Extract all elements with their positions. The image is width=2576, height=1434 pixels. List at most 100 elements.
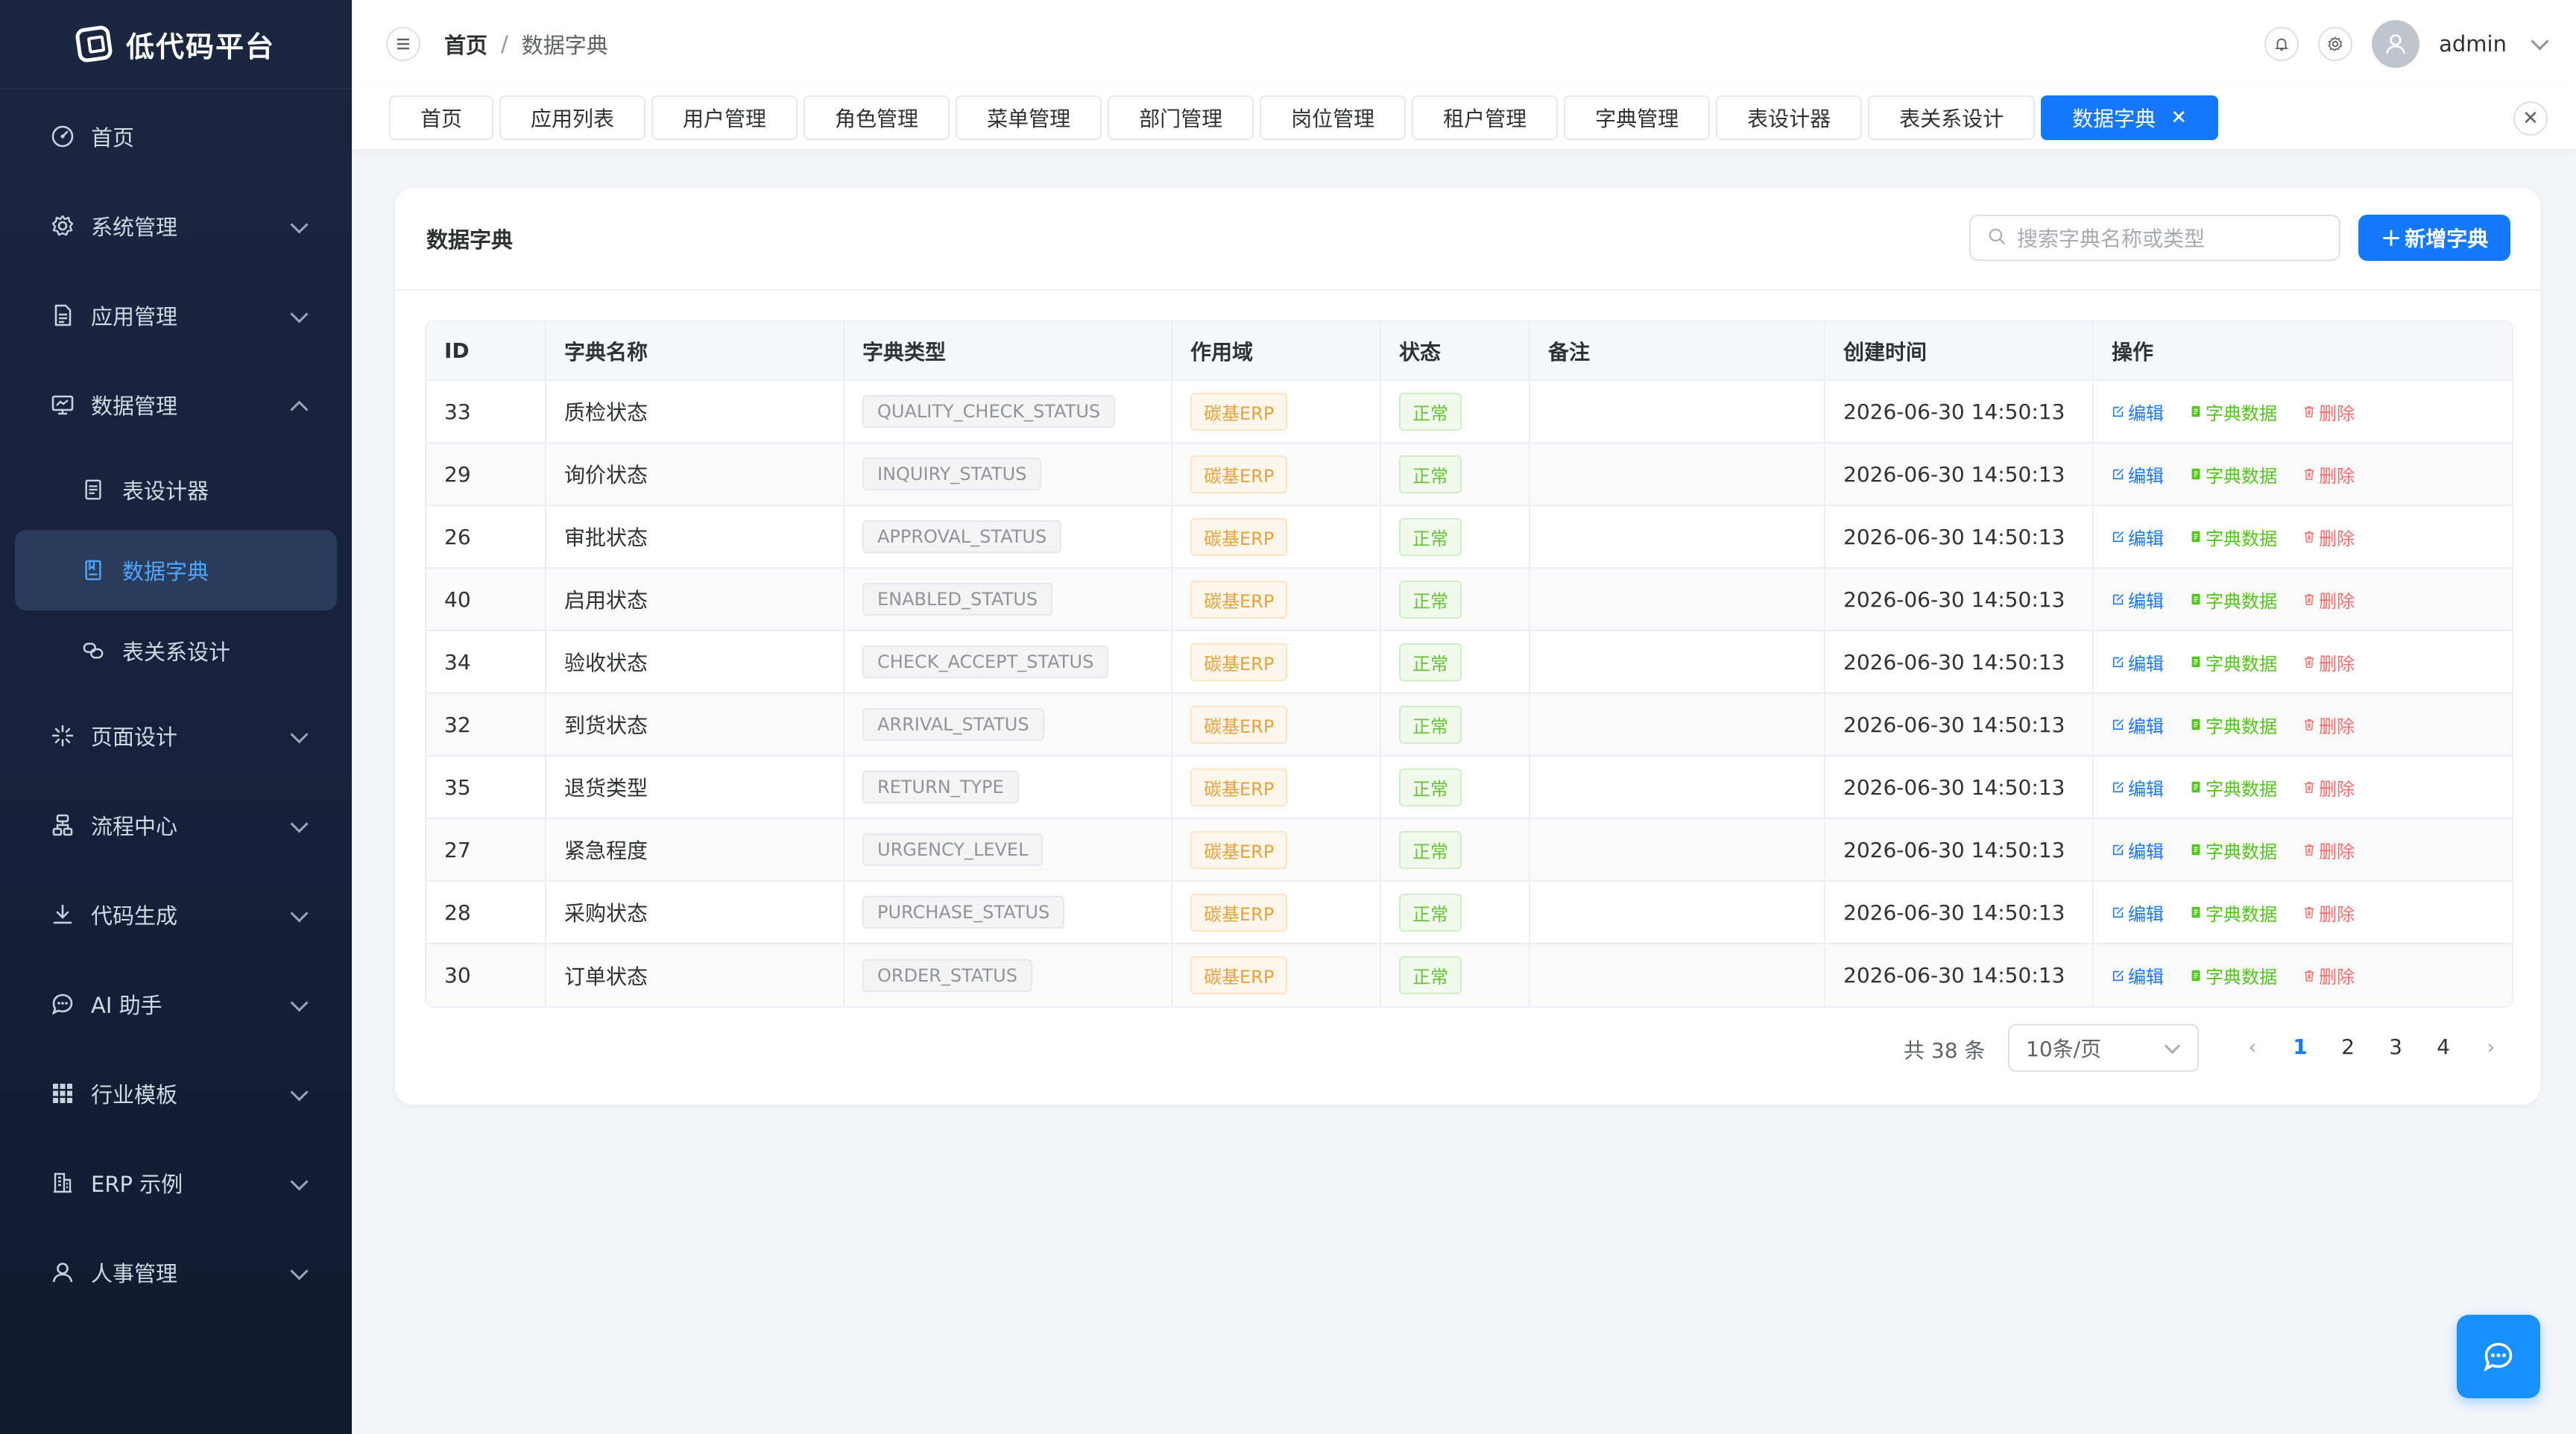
status-badge: 正常 [1399,580,1462,619]
tab-department-management[interactable]: 部门管理 [1108,95,1254,140]
tab-position-management[interactable]: 岗位管理 [1260,95,1407,140]
edit-button[interactable]: 编辑 [2112,712,2164,738]
tab-role-management[interactable]: 角色管理 [804,95,950,140]
app-logo[interactable]: 低代码平台 [0,0,352,89]
edit-button[interactable]: 编辑 [2112,837,2164,863]
delete-button[interactable]: 删除 [2302,712,2355,738]
tab-table-relations[interactable]: 表关系设计 [1868,95,2036,140]
tab-table-designer[interactable]: 表设计器 [1716,95,1863,140]
sidebar-item-hr[interactable]: 人事管理 [0,1228,352,1317]
add-dictionary-button[interactable]: + 新增字典 [2358,215,2510,261]
notification-button[interactable] [2264,27,2299,61]
status-badge: 正常 [1399,455,1462,493]
breadcrumb-home[interactable]: 首页 [444,28,487,60]
bell-icon [2275,38,2289,51]
trash-icon [2302,530,2316,543]
sidebar-item-erp-demo[interactable]: ERP 示例 [0,1138,352,1228]
dictionary-data-button[interactable]: 字典数据 [2189,649,2277,675]
next-page-button[interactable]: › [2476,1035,2506,1059]
cell-created: 2026-06-30 14:50:13 [1825,568,2094,631]
tab-app-list[interactable]: 应用列表 [499,95,646,140]
sidebar-item-home[interactable]: 首页 [0,92,352,181]
sidebar-item-label: AI 助手 [91,993,162,1018]
edit-button[interactable]: 编辑 [2112,774,2164,800]
sidebar-item-page-design[interactable]: 页面设计 [0,691,352,780]
cell-status: 正常 [1380,568,1530,631]
delete-button[interactable]: 删除 [2302,837,2355,863]
chat-bubble-icon [2484,1342,2513,1372]
delete-button[interactable]: 删除 [2302,962,2355,988]
dictionary-data-button[interactable]: 字典数据 [2189,962,2277,988]
delete-button[interactable]: 删除 [2302,774,2355,800]
edit-button[interactable]: 编辑 [2112,524,2164,550]
cell-type: ARRIVAL_STATUS [844,693,1172,757]
cell-type: URGENCY_LEVEL [844,818,1172,882]
sidebar-item-data[interactable]: 数据管理 [0,360,352,449]
search-input[interactable]: 搜索字典名称或类型 [1969,215,2340,261]
dictionary-data-button[interactable]: 字典数据 [2189,399,2277,425]
close-icon[interactable]: ✕ [2171,107,2187,129]
cell-scope: 碳基ERP [1172,443,1381,506]
settings-button[interactable] [2318,27,2353,61]
username[interactable]: admin [2439,31,2507,57]
page-4[interactable]: 4 [2428,1035,2458,1059]
page-3[interactable]: 3 [2381,1035,2411,1059]
sidebar-subitem-table-designer[interactable]: 表设计器 [0,449,352,530]
sidebar-item-industry-templates[interactable]: 行业模板 [0,1049,352,1138]
dictionary-table: ID 字典名称 字典类型 作用域 状态 备注 创建时间 操作 33 质检状态 QUA… [425,320,2513,1008]
dictionary-data-button[interactable]: 字典数据 [2189,524,2277,550]
type-tag: ARRIVAL_STATUS [862,708,1044,741]
sidebar-item-system[interactable]: 系统管理 [0,181,352,271]
delete-label: 删除 [2319,528,2355,549]
edit-button[interactable]: 编辑 [2112,649,2164,675]
tab-dictionary-management[interactable]: 字典管理 [1564,95,1711,140]
close-all-tabs-button[interactable]: ✕ [2513,101,2548,136]
edit-button[interactable]: 编辑 [2112,461,2164,487]
dictionary-data-button[interactable]: 字典数据 [2189,587,2277,613]
delete-button[interactable]: 删除 [2302,900,2355,926]
delete-button[interactable]: 删除 [2302,649,2355,675]
edit-button[interactable]: 编辑 [2112,900,2164,926]
chevron-down-icon [290,994,309,1012]
cell-created: 2026-06-30 14:50:13 [1825,756,2094,819]
menu-toggle-button[interactable] [386,27,420,61]
edit-button[interactable]: 编辑 [2112,962,2164,988]
delete-button[interactable]: 删除 [2302,524,2355,550]
dictionary-data-label: 字典数据 [2206,903,2277,925]
tab-user-management[interactable]: 用户管理 [651,95,798,140]
dictionary-data-button[interactable]: 字典数据 [2189,774,2277,800]
type-tag: RETURN_TYPE [862,771,1019,803]
tab-tenant-management[interactable]: 租户管理 [1412,95,1559,140]
trash-icon [2302,843,2316,856]
sidebar-menu: 首页 系统管理 应用管理 数据管理 表设计器 数据字典 表关系设计 页面设计 流… [0,89,352,1317]
sidebar-subitem-data-dictionary[interactable]: 数据字典 [15,530,337,610]
sidebar-item-label: 行业模板 [91,1082,178,1108]
page-2[interactable]: 2 [2333,1035,2363,1059]
delete-button[interactable]: 删除 [2302,587,2355,613]
prev-page-button[interactable]: ‹ [2238,1035,2267,1059]
edit-button[interactable]: 编辑 [2112,587,2164,613]
type-tag: ENABLED_STATUS [862,583,1053,616]
sidebar-item-ai-assistant[interactable]: AI 助手 [0,959,352,1049]
edit-icon [2112,906,2125,919]
tab-data-dictionary[interactable]: 数据字典 ✕ [2041,95,2218,140]
page-1[interactable]: 1 [2285,1035,2315,1059]
cell-scope: 碳基ERP [1172,881,1381,944]
dictionary-data-button[interactable]: 字典数据 [2189,900,2277,926]
delete-button[interactable]: 删除 [2302,461,2355,487]
page-size-select[interactable]: 10条/页 [2008,1024,2199,1072]
dictionary-data-button[interactable]: 字典数据 [2189,837,2277,863]
tab-home[interactable]: 首页 [389,95,494,140]
edit-button[interactable]: 编辑 [2112,399,2164,425]
sidebar-subitem-table-relations[interactable]: 表关系设计 [0,610,352,691]
chat-assistant-button[interactable] [2457,1315,2540,1398]
chevron-down-icon[interactable] [2531,31,2549,51]
sidebar-item-codegen[interactable]: 代码生成 [0,870,352,959]
tab-menu-management[interactable]: 菜单管理 [956,95,1102,140]
dictionary-data-button[interactable]: 字典数据 [2189,461,2277,487]
avatar[interactable] [2372,20,2420,68]
sidebar-item-workflow[interactable]: 流程中心 [0,780,352,870]
dictionary-data-button[interactable]: 字典数据 [2189,712,2277,738]
sidebar-item-apps[interactable]: 应用管理 [0,271,352,360]
delete-button[interactable]: 删除 [2302,399,2355,425]
